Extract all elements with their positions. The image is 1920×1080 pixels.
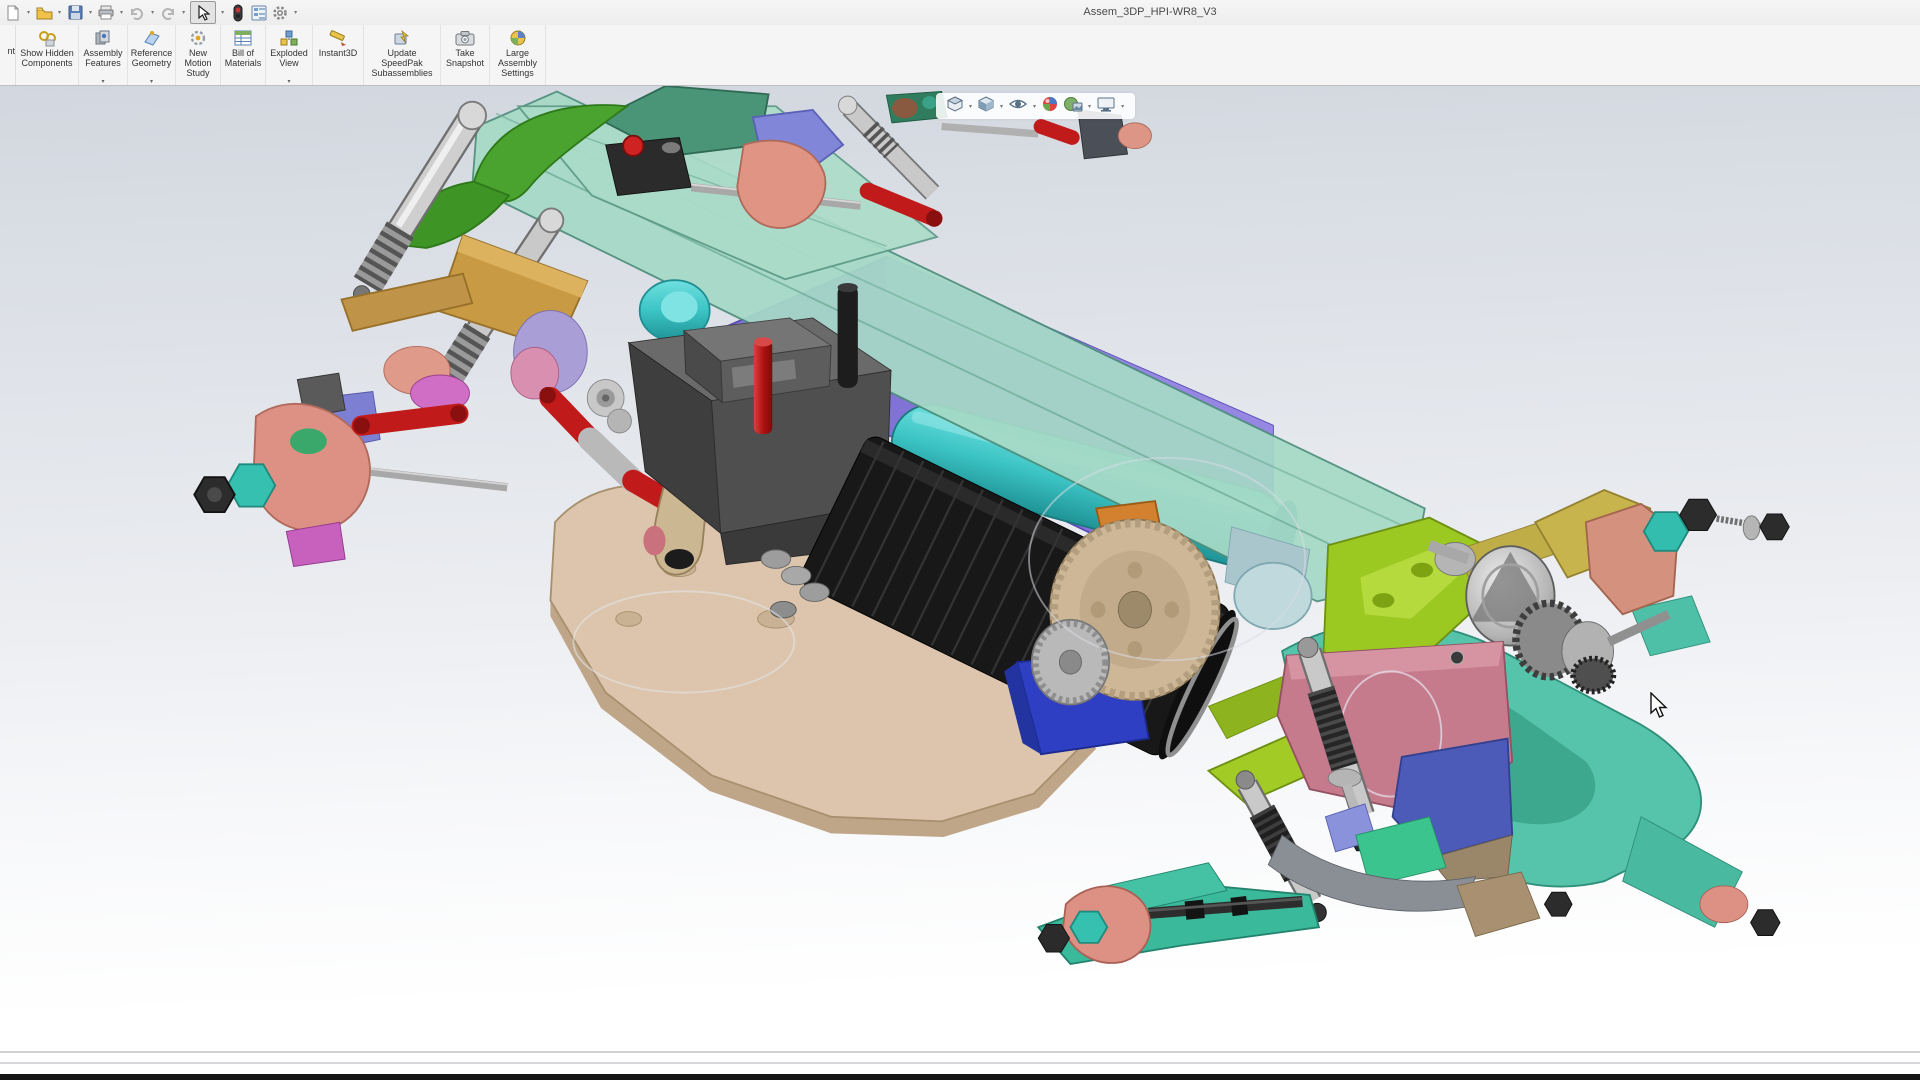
front-axle-silver[interactable]	[371, 469, 507, 487]
reference-geometry-icon	[142, 28, 162, 48]
front-left-hex-hub[interactable]	[194, 464, 275, 512]
assembly-features-button[interactable]: Assembly Features ▾	[79, 25, 128, 85]
instant3d-button[interactable]: Instant3D	[313, 25, 364, 85]
status-divider-line-1	[0, 1051, 1920, 1053]
title-bar: ▾ ▾ ▾ ▾ ▾ ▾ ▾ ▾ Assem_3DP_HPI-WR8_V3	[0, 0, 1920, 26]
open-caret[interactable]: ▾	[58, 9, 61, 16]
redo-icon[interactable]	[159, 4, 177, 22]
solidworks-window: ▾ ▾ ▾ ▾ ▾ ▾ ▾ ▾ Assem_3DP_HPI-WR8_V3 nt …	[0, 0, 1920, 1080]
assembly-features-icon	[93, 28, 113, 48]
reference-geometry-caret[interactable]: ▾	[150, 78, 153, 85]
graphics-viewport[interactable]: ▾ ▾ ▾ ▾ ▾	[0, 86, 1920, 1080]
display-style-icon[interactable]	[946, 95, 964, 118]
bill-of-materials-button[interactable]: Bill of Materials	[221, 25, 266, 85]
heads-up-view-toolbar: ▾ ▾ ▾ ▾ ▾	[936, 93, 1135, 119]
status-divider-line-2	[0, 1062, 1920, 1064]
exploded-view-caret[interactable]: ▾	[287, 78, 290, 85]
select-arrow-button[interactable]	[190, 1, 216, 24]
update-speedpak-icon	[392, 28, 412, 48]
view-settings-icon[interactable]	[1096, 96, 1116, 117]
update-speedpak-button[interactable]: Update SpeedPak Subassemblies	[364, 25, 441, 85]
large-assembly-settings-button[interactable]: Large Assembly Settings	[490, 25, 546, 85]
mouse-cursor	[1648, 692, 1668, 725]
antenna-rod-red[interactable]	[754, 337, 772, 434]
print-caret[interactable]: ▾	[120, 9, 123, 16]
pinion-gear[interactable]	[1032, 620, 1109, 705]
display-style-caret[interactable]: ▾	[969, 103, 972, 110]
large-assembly-settings-icon	[508, 28, 528, 48]
show-hidden-components-button[interactable]: Show Hidden Components	[16, 25, 79, 85]
exploded-view-icon	[279, 28, 299, 48]
save-icon[interactable]	[66, 4, 84, 22]
rear-hex-and-nuts[interactable]	[1644, 499, 1789, 551]
new-caret[interactable]: ▾	[27, 9, 30, 16]
apply-scene-caret[interactable]: ▾	[1088, 103, 1091, 110]
undo-icon[interactable]	[128, 4, 146, 22]
antenna-rod-black[interactable]	[838, 283, 858, 388]
window-title: Assem_3DP_HPI-WR8_V3	[1040, 0, 1260, 25]
bearing-washer[interactable]	[587, 380, 631, 433]
hide-show-items-icon[interactable]	[1008, 96, 1028, 117]
clipped-button-label[interactable]: nt	[0, 25, 16, 85]
edit-appearance-icon[interactable]	[1041, 95, 1059, 118]
save-caret[interactable]: ▾	[89, 9, 92, 16]
options-gear-icon[interactable]	[271, 4, 289, 22]
open-folder-icon[interactable]	[35, 4, 53, 22]
file-list-icon[interactable]	[250, 4, 268, 22]
view-orientation-icon[interactable]	[977, 95, 995, 118]
command-manager-toolbar: nt Show Hidden Components Assembly Featu…	[0, 25, 1920, 86]
select-caret[interactable]: ▾	[221, 9, 224, 16]
bottom-edge-strip	[0, 1074, 1920, 1080]
show-hidden-components-icon	[37, 28, 57, 48]
view-orientation-caret[interactable]: ▾	[1000, 103, 1003, 110]
apply-scene-icon[interactable]	[1063, 95, 1083, 118]
print-icon[interactable]	[97, 4, 115, 22]
new-motion-study-icon	[188, 28, 208, 48]
instant3d-icon	[327, 28, 349, 48]
reference-geometry-button[interactable]: Reference Geometry ▾	[128, 25, 176, 85]
front-left-knuckle[interactable]	[253, 373, 380, 566]
clutch-bell-inner	[661, 291, 698, 322]
assembly-features-caret[interactable]: ▾	[101, 78, 104, 85]
model-canvas[interactable]	[0, 86, 1920, 1080]
view-settings-caret[interactable]: ▾	[1121, 103, 1124, 110]
rear-right-hub-bottom[interactable]	[1700, 886, 1780, 936]
exploded-view-button[interactable]: Exploded View ▾	[266, 25, 313, 85]
new-document-icon[interactable]	[4, 4, 22, 22]
bottom-hub-pink[interactable]	[1038, 886, 1150, 963]
new-motion-study-button[interactable]: New Motion Study	[176, 25, 221, 85]
record-indicator-icon[interactable]	[229, 4, 247, 22]
take-snapshot-button[interactable]: Take Snapshot	[441, 25, 490, 85]
gear-caret[interactable]: ▾	[294, 9, 297, 16]
receiver-switch-box[interactable]	[606, 136, 692, 196]
hide-show-caret[interactable]: ▾	[1033, 103, 1036, 110]
standard-toolbar: ▾ ▾ ▾ ▾ ▾ ▾ ▾ ▾	[0, 1, 299, 24]
undo-caret[interactable]: ▾	[151, 9, 154, 16]
redo-caret[interactable]: ▾	[182, 9, 185, 16]
take-snapshot-icon	[455, 28, 475, 48]
bill-of-materials-icon	[233, 28, 253, 48]
